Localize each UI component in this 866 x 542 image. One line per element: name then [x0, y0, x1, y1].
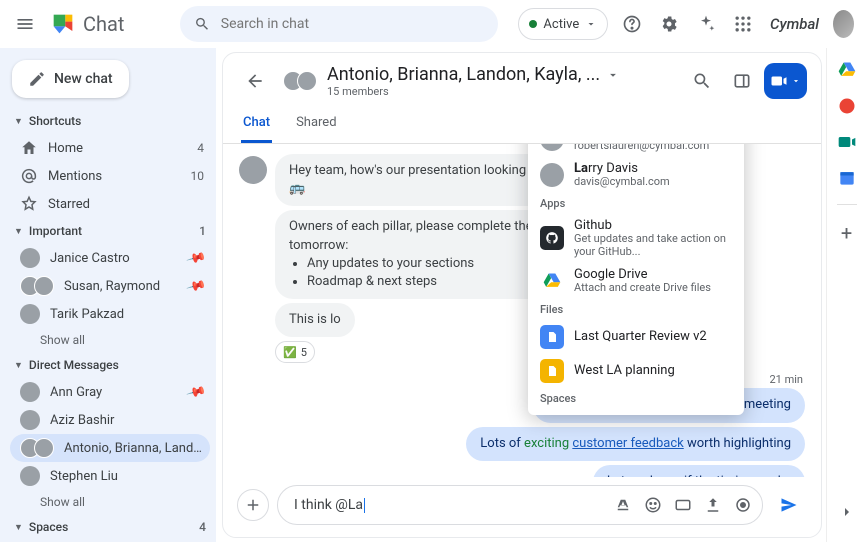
- attach-plus-button[interactable]: [237, 489, 269, 521]
- mention-popup: People Landon Garcialgarcia@cymbal.com L…: [528, 144, 744, 415]
- upload-icon[interactable]: [704, 496, 722, 514]
- link[interactable]: customer feedback: [572, 436, 683, 451]
- apps-grid-icon[interactable]: [729, 6, 756, 42]
- calendar-icon[interactable]: [837, 168, 857, 188]
- mention-file[interactable]: West LA planning: [528, 354, 744, 388]
- record-icon[interactable]: [734, 496, 752, 514]
- settings-icon[interactable]: [655, 6, 682, 42]
- sidebar-mentions[interactable]: Mentions10: [10, 162, 210, 190]
- timestamp: 21 min: [770, 373, 804, 386]
- search-input[interactable]: [221, 16, 485, 32]
- spaces-header[interactable]: ▼Spaces4: [10, 514, 210, 540]
- chat-pane: Antonio, Brianna, Landon, Kayla, ... 15 …: [222, 52, 822, 538]
- message-bubble: Lots of exciting customer feedback worth…: [466, 427, 805, 461]
- mention-person[interactable]: Lauren Robertsrobertslauren@cymbal.com: [528, 144, 744, 157]
- home-icon: [20, 139, 38, 157]
- app-name: Chat: [83, 12, 124, 36]
- chat-title: Antonio, Brianna, Landon, Kayla, ...: [327, 64, 600, 85]
- emoji-icon[interactable]: [644, 496, 662, 514]
- status-dot-icon: [529, 20, 537, 28]
- tab-shared[interactable]: Shared: [294, 105, 338, 143]
- format-icon[interactable]: [614, 496, 632, 514]
- chevron-down-icon: [585, 18, 597, 30]
- mention-file[interactable]: Last Quarter Review v2: [528, 320, 744, 354]
- sparkle-icon[interactable]: [692, 6, 719, 42]
- tab-chat[interactable]: Chat: [241, 105, 272, 143]
- important-header[interactable]: ▼Important1: [10, 218, 210, 244]
- chevron-down-icon: [791, 76, 801, 86]
- reaction-chip[interactable]: ✅5: [275, 341, 315, 363]
- add-app-icon[interactable]: +: [841, 221, 852, 245]
- meet-icon[interactable]: [837, 132, 857, 152]
- sender-avatar: [239, 156, 267, 184]
- star-icon: [20, 195, 38, 213]
- message-input[interactable]: I think @La: [277, 485, 763, 525]
- help-icon[interactable]: [618, 6, 645, 42]
- dm-item[interactable]: Stephen Liu: [10, 462, 210, 490]
- sidebar: New chat ▼Shortcuts Home4 Mentions10 Sta…: [0, 48, 216, 542]
- important-item[interactable]: Susan, Raymond📌: [10, 272, 210, 300]
- app-icon[interactable]: [837, 96, 857, 116]
- dm-showall[interactable]: Show all: [10, 490, 210, 514]
- hamburger-icon[interactable]: [12, 6, 39, 42]
- important-item[interactable]: Tarik Pakzad: [10, 300, 210, 328]
- shortcuts-header[interactable]: ▼Shortcuts: [10, 108, 210, 134]
- search-icon: [194, 15, 210, 33]
- member-count: 15 members: [327, 85, 620, 98]
- mention-person[interactable]: Larry Davisdavis@cymbal.com: [528, 157, 744, 193]
- search-bar[interactable]: [180, 6, 498, 42]
- new-chat-button[interactable]: New chat: [12, 60, 129, 98]
- sidebar-starred[interactable]: Starred: [10, 190, 210, 218]
- group-avatar: [283, 71, 317, 91]
- dm-header[interactable]: ▼Direct Messages: [10, 352, 210, 378]
- important-item[interactable]: Janice Castro📌: [10, 244, 210, 272]
- mention-app[interactable]: Google DriveAttach and create Drive file…: [528, 263, 744, 299]
- dm-item[interactable]: Ann Gray📌: [10, 378, 210, 406]
- right-rail: +: [826, 48, 866, 542]
- panel-icon[interactable]: [724, 63, 760, 99]
- search-in-chat-icon[interactable]: [684, 63, 720, 99]
- sidebar-home[interactable]: Home4: [10, 134, 210, 162]
- pin-icon: 📌: [185, 381, 207, 402]
- important-showall[interactable]: Show all: [10, 328, 210, 352]
- pin-icon: 📌: [185, 275, 207, 296]
- video-icon: [770, 72, 788, 90]
- at-icon: [20, 167, 38, 185]
- collapse-rail-icon[interactable]: [839, 504, 855, 524]
- video-call-button[interactable]: [764, 63, 807, 99]
- chevron-down-icon[interactable]: [606, 68, 620, 82]
- mention-app[interactable]: GithubGet updates and take action on you…: [528, 214, 744, 262]
- pin-icon: 📌: [185, 247, 207, 268]
- message-bubble: This is lo: [275, 303, 355, 337]
- gif-icon[interactable]: [674, 496, 692, 514]
- message-bubble: Let me know if the timing works: [593, 465, 805, 477]
- pencil-icon: [28, 70, 46, 88]
- dm-item-active[interactable]: Antonio, Brianna, Landon, Kayla, Jo...: [10, 434, 210, 462]
- dm-item[interactable]: Aziz Bashir: [10, 406, 210, 434]
- brand-label: Cymbal: [770, 15, 819, 33]
- app-logo: Chat: [49, 10, 124, 38]
- status-label: Active: [543, 17, 579, 32]
- profile-avatar[interactable]: [833, 10, 854, 38]
- back-icon[interactable]: [237, 63, 273, 99]
- status-pill[interactable]: Active: [518, 8, 608, 40]
- send-button[interactable]: [771, 487, 807, 523]
- drive-icon[interactable]: [837, 60, 857, 80]
